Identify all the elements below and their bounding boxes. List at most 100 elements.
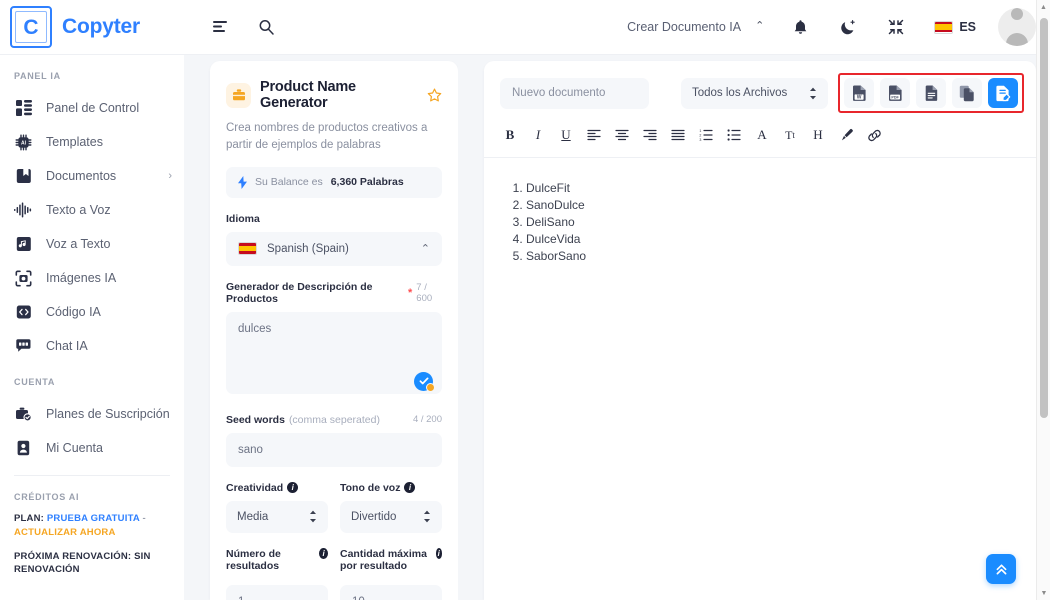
heading-icon[interactable]: H bbox=[806, 123, 830, 147]
creativity-tone-row: Creatividad i Media Tono de voz i Divert… bbox=[226, 467, 442, 533]
sidebar-item-label: Texto a Voz bbox=[46, 203, 111, 217]
sidebar-item-chat-ia[interactable]: Chat IA bbox=[0, 329, 184, 363]
seed-words-input[interactable] bbox=[226, 432, 442, 467]
camera-frame-icon bbox=[14, 269, 33, 288]
sidebar-item-label: Chat IA bbox=[46, 339, 88, 353]
template-description: Crea nombres de productos creativos a pa… bbox=[226, 122, 428, 152]
scroll-up-arrow-icon[interactable]: ▲ bbox=[1037, 0, 1050, 14]
info-icon[interactable]: i bbox=[435, 547, 442, 559]
plan-upgrade-link[interactable]: ACTUALIZAR AHORA bbox=[14, 527, 116, 538]
results-count-input[interactable] bbox=[226, 584, 328, 600]
bell-icon[interactable] bbox=[784, 11, 816, 43]
double-chevron-up-icon[interactable] bbox=[986, 554, 1016, 584]
sidebar-section-credits: CRÉDITOS AI bbox=[14, 492, 80, 502]
svg-text:PDF: PDF bbox=[891, 95, 899, 99]
list-item: DeliSano bbox=[526, 214, 1020, 231]
align-center-icon[interactable] bbox=[610, 123, 634, 147]
sidebar-item-planes-de-suscripcion[interactable]: Planes de Suscripción bbox=[0, 397, 184, 431]
seed-label-text: Seed words bbox=[226, 413, 285, 426]
renewal-status: PRÓXIMA RENOVACIÓN: SIN RENOVACIÓN bbox=[14, 550, 151, 575]
sidebar-item-codigo-ia[interactable]: Código IA bbox=[0, 295, 184, 329]
search-icon[interactable] bbox=[250, 11, 282, 43]
scrollbar-thumb[interactable] bbox=[1040, 18, 1048, 418]
tone-select[interactable]: Divertido bbox=[340, 500, 442, 533]
ordered-list-icon[interactable]: 1 2 3 bbox=[694, 123, 718, 147]
files-filter-select[interactable]: Todos los Archivos bbox=[681, 77, 828, 109]
document-bookmark-icon bbox=[14, 167, 33, 186]
copy-icon[interactable] bbox=[952, 78, 982, 108]
results-label: Número de resultados i bbox=[226, 547, 328, 578]
list-item: DulceFit bbox=[526, 180, 1020, 197]
sidebar-item-imagenes-ia[interactable]: Imágenes IA bbox=[0, 261, 184, 295]
chip-ai-icon: AI bbox=[14, 133, 33, 152]
max-per-result-input[interactable] bbox=[340, 584, 442, 600]
create-document-button[interactable]: Crear Documento IA bbox=[621, 16, 747, 38]
save-document-icon[interactable] bbox=[988, 78, 1018, 108]
spain-flag-icon bbox=[934, 20, 954, 34]
sidebar-item-documentos[interactable]: Documentos › bbox=[0, 159, 184, 193]
avatar[interactable] bbox=[998, 8, 1036, 46]
brand-name: Copyter bbox=[62, 15, 140, 38]
sidebar-item-voz-a-texto[interactable]: Voz a Texto bbox=[0, 227, 184, 261]
spain-flag-icon bbox=[238, 242, 257, 255]
tone-label: Tono de voz i bbox=[340, 482, 442, 494]
italic-icon[interactable]: I bbox=[526, 123, 550, 147]
language-label-text: Idioma bbox=[226, 212, 260, 225]
text-file-icon[interactable] bbox=[916, 78, 946, 108]
description-textarea[interactable] bbox=[226, 311, 442, 394]
chevron-right-icon: › bbox=[168, 170, 172, 182]
align-left-icon[interactable] bbox=[582, 123, 606, 147]
info-icon[interactable]: i bbox=[319, 547, 328, 559]
underline-icon[interactable]: U bbox=[554, 123, 578, 147]
max-label-text: Cantidad máxima por resultado bbox=[340, 547, 427, 572]
layout-gutter-2 bbox=[458, 55, 484, 600]
font-color-icon[interactable]: A bbox=[750, 123, 774, 147]
unordered-list-icon[interactable] bbox=[722, 123, 746, 147]
document-editor[interactable]: DulceFit SanoDulce DeliSano DulceVida Sa… bbox=[484, 158, 1036, 600]
bold-icon[interactable]: B bbox=[498, 123, 522, 147]
page-scrollbar[interactable]: ▲ ▼ bbox=[1036, 0, 1050, 600]
info-icon[interactable]: i bbox=[404, 482, 416, 493]
sidebar-item-texto-a-voz[interactable]: Texto a Voz bbox=[0, 193, 184, 227]
creativity-select[interactable]: Media bbox=[226, 500, 328, 533]
collapse-icon[interactable] bbox=[880, 11, 912, 43]
scroll-down-arrow-icon[interactable]: ▼ bbox=[1037, 586, 1050, 600]
menu-lines-icon[interactable] bbox=[204, 11, 236, 43]
brand-logo[interactable]: C Copyter bbox=[10, 6, 180, 48]
language-select[interactable]: Spanish (Spain) ⌃ bbox=[226, 231, 442, 266]
balance-prefix: Su Balance es bbox=[255, 176, 323, 188]
seed-char-count: 4 / 200 bbox=[412, 414, 442, 425]
grammarly-check-icon[interactable] bbox=[414, 371, 435, 392]
word-export-icon[interactable]: W bbox=[844, 78, 874, 108]
sidebar-item-label: Planes de Suscripción bbox=[46, 407, 170, 421]
sidebar-item-templates[interactable]: AI Templates bbox=[0, 125, 184, 159]
logo-mark: C bbox=[10, 6, 52, 48]
link-icon[interactable] bbox=[862, 123, 886, 147]
layout-gutter bbox=[184, 55, 210, 600]
document-name-input[interactable]: Nuevo documento bbox=[500, 77, 649, 109]
language-switcher[interactable]: ES bbox=[926, 16, 984, 38]
pdf-export-icon[interactable]: PDF bbox=[880, 78, 910, 108]
font-size-icon[interactable]: Tt bbox=[778, 123, 802, 147]
seed-label-hint: (comma seperated) bbox=[288, 413, 380, 426]
language-select-value: Spanish (Spain) bbox=[267, 242, 349, 255]
files-filter-value: Todos los Archivos bbox=[692, 87, 788, 99]
align-right-icon[interactable] bbox=[638, 123, 662, 147]
star-outline-icon[interactable] bbox=[427, 88, 442, 103]
creativity-label: Creatividad i bbox=[226, 482, 328, 494]
chat-bubble-icon bbox=[14, 337, 33, 356]
brush-icon[interactable] bbox=[834, 123, 858, 147]
generated-results-list: DulceFit SanoDulce DeliSano DulceVida Sa… bbox=[500, 180, 1020, 265]
sidebar-item-mi-cuenta[interactable]: Mi Cuenta bbox=[0, 431, 184, 465]
sidebar-item-panel-de-control[interactable]: Panel de Control bbox=[0, 91, 184, 125]
info-icon[interactable]: i bbox=[287, 482, 299, 493]
template-form-panel: Product Name Generator Crea nombres de p… bbox=[210, 61, 458, 600]
align-justify-icon[interactable] bbox=[666, 123, 690, 147]
list-item: SaborSano bbox=[526, 248, 1020, 265]
moon-icon[interactable] bbox=[832, 11, 864, 43]
subscription-icon bbox=[14, 405, 33, 424]
max-per-result-label: Cantidad máxima por resultado i bbox=[340, 547, 442, 578]
chevron-up-icon[interactable]: ⌃ bbox=[751, 19, 774, 35]
sort-updown-icon bbox=[809, 87, 817, 100]
description-field-label: Generador de Descripción de Productos * … bbox=[226, 281, 442, 305]
